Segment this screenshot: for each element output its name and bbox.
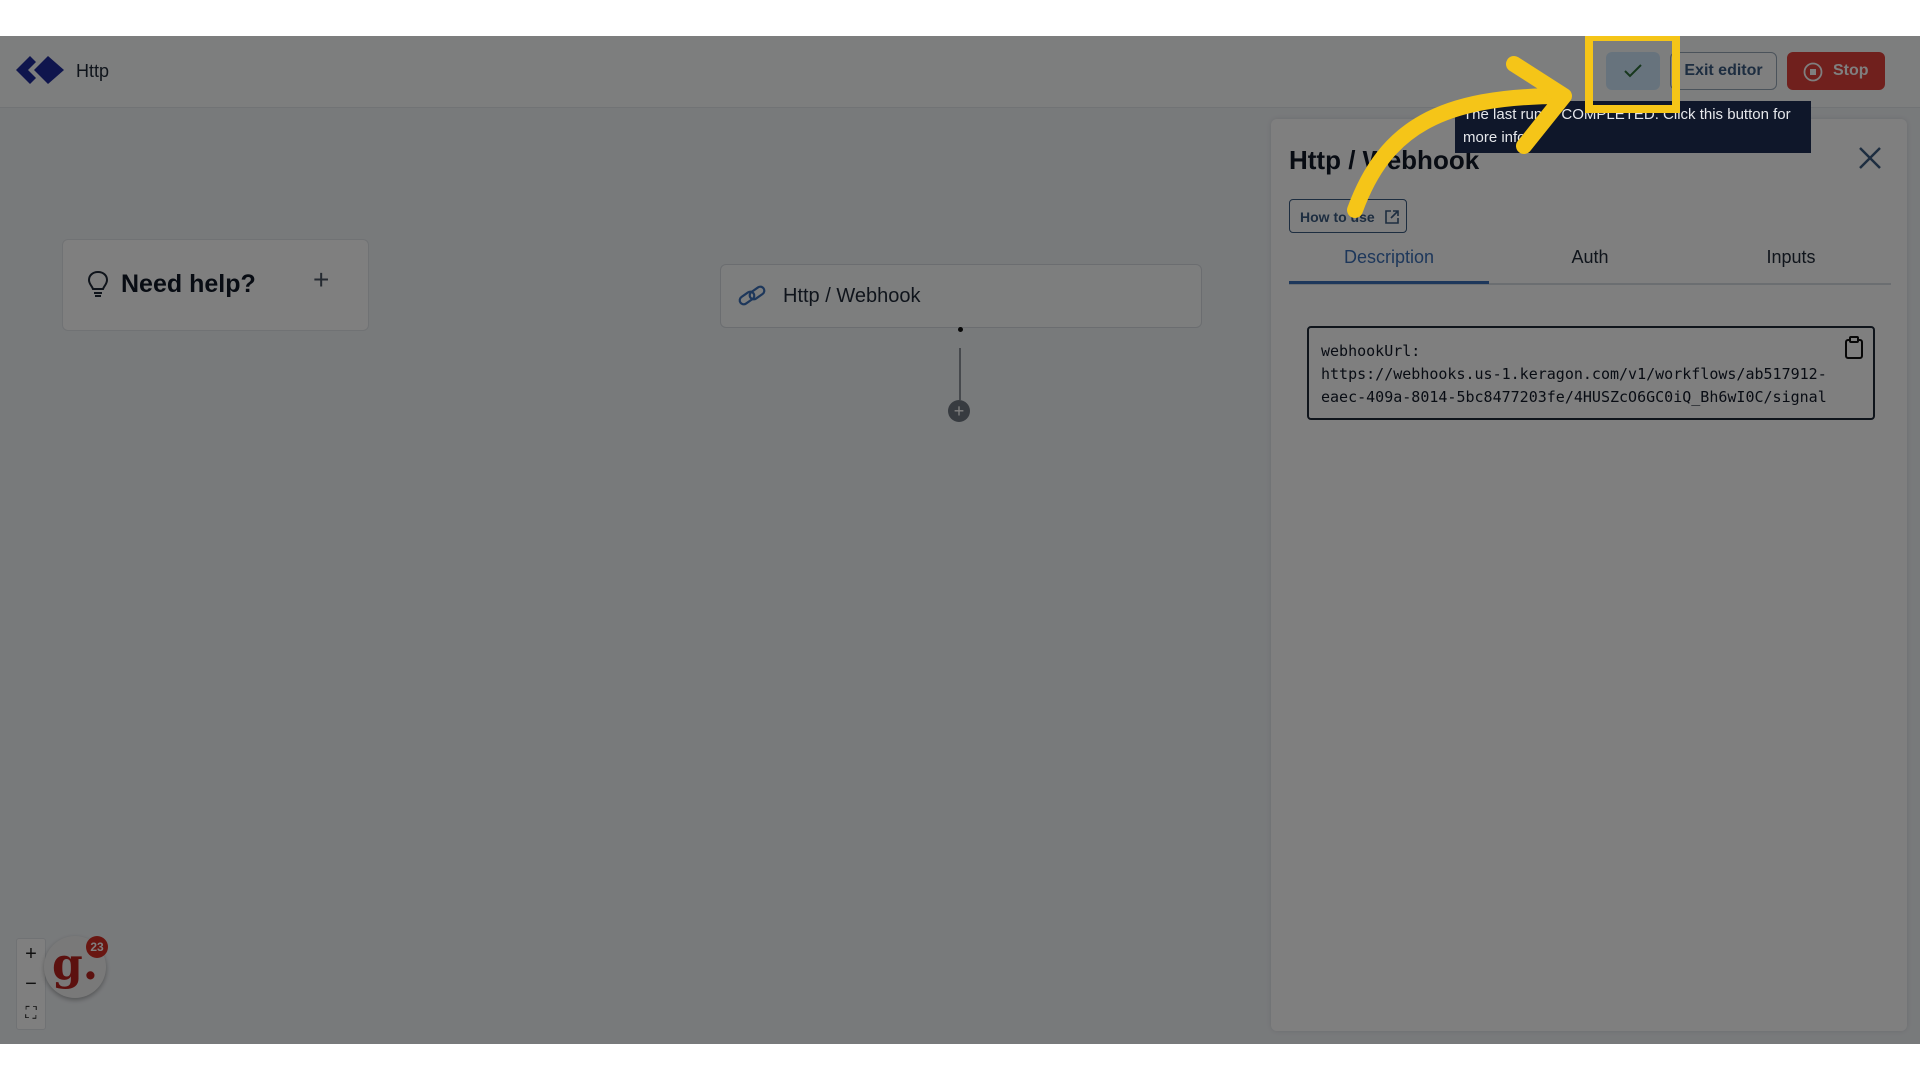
- notification-count-badge: 23: [86, 936, 108, 958]
- exit-editor-button[interactable]: Exit editor: [1670, 52, 1777, 90]
- webhook-node[interactable]: Http / Webhook: [720, 264, 1202, 328]
- zoom-out-button[interactable]: −: [17, 969, 45, 999]
- webhook-url-label: webhookUrl:: [1321, 342, 1421, 360]
- workflow-title: Http: [76, 61, 110, 81]
- expand-help-icon[interactable]: +: [313, 264, 329, 296]
- stop-button[interactable]: Stop: [1787, 52, 1885, 90]
- node-title: Http / Webhook: [783, 285, 921, 307]
- lightbulb-icon: [87, 270, 109, 297]
- connector-line: [959, 348, 961, 400]
- clipboard-icon[interactable]: [1844, 336, 1864, 360]
- link-icon: [738, 285, 766, 306]
- zoom-controls: + − ⛶: [16, 938, 46, 1030]
- pointer-arrow-icon: [1347, 56, 1572, 218]
- fit-view-button[interactable]: ⛶: [17, 999, 45, 1029]
- webhook-url-line-2: eaec-409a-8014-5bc8477203fe/4HUSZcO6GC0i…: [1321, 388, 1827, 406]
- close-icon[interactable]: [1857, 145, 1883, 171]
- stop-label: Stop: [1833, 62, 1869, 79]
- zoom-in-button[interactable]: +: [17, 939, 45, 969]
- add-step-button[interactable]: +: [948, 400, 970, 422]
- webhook-url-line-1: https://webhooks.us-1.keragon.com/v1/wor…: [1321, 365, 1827, 383]
- tab-inputs[interactable]: Inputs: [1691, 247, 1891, 281]
- webhook-url-box[interactable]: webhookUrl: https://webhooks.us-1.kerago…: [1307, 326, 1875, 420]
- need-help-card[interactable]: Need help? +: [62, 239, 369, 331]
- panel-tabs: Description Auth Inputs: [1289, 247, 1891, 285]
- highlight-box: [1585, 36, 1680, 113]
- workflow-editor: Http Exit editor Stop Need help? + Http …: [0, 36, 1920, 1044]
- stop-icon: [1803, 62, 1823, 82]
- tab-description[interactable]: Description: [1289, 247, 1489, 284]
- need-help-title: Need help?: [121, 270, 256, 298]
- tab-auth[interactable]: Auth: [1490, 247, 1690, 281]
- step-details-panel: Http / Webhook How to use Description Au…: [1271, 119, 1907, 1031]
- webhook-url-text: webhookUrl: https://webhooks.us-1.kerago…: [1321, 340, 1827, 409]
- connector-handle[interactable]: [958, 327, 963, 332]
- logo-icon: [16, 56, 64, 84]
